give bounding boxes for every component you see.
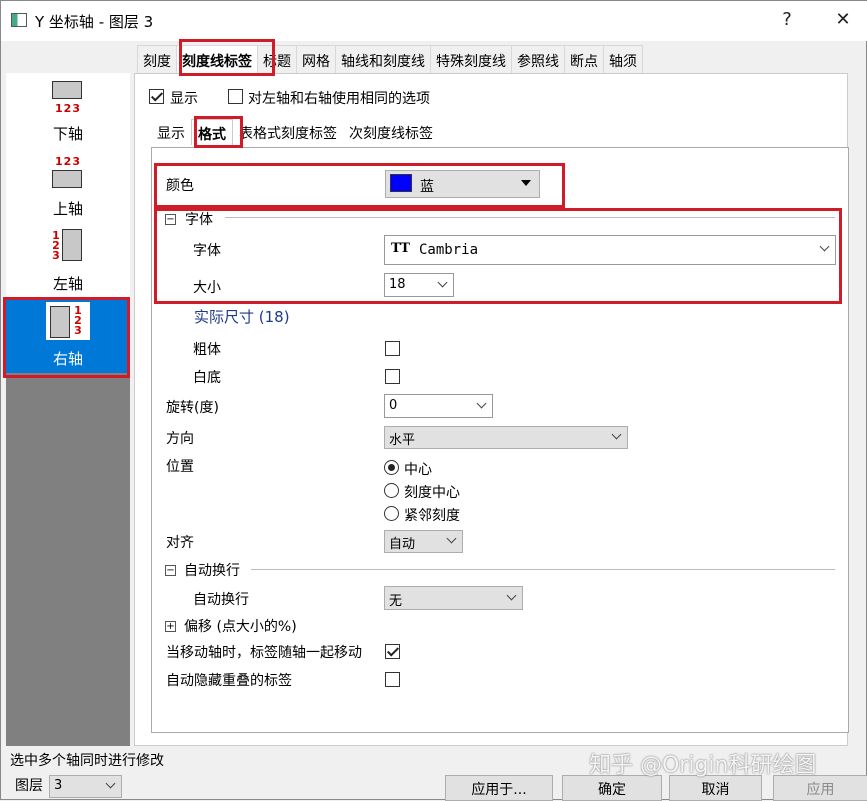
position-next-to-tick-label: 紧邻刻度 bbox=[404, 508, 460, 524]
chevron-down-icon bbox=[506, 590, 517, 601]
help-button[interactable]: ? bbox=[772, 9, 802, 30]
same-lr-checkbox[interactable] bbox=[228, 89, 243, 104]
tab-breaks[interactable]: 断点 bbox=[564, 45, 604, 73]
white-bg-checkbox[interactable] bbox=[385, 369, 400, 384]
position-tick-center-label: 刻度中心 bbox=[404, 485, 460, 501]
position-center-label: 中心 bbox=[404, 462, 432, 478]
font-value: Cambria bbox=[419, 242, 479, 258]
axis-label-left: 左轴 bbox=[52, 275, 83, 293]
size-dropdown[interactable]: 18 bbox=[384, 273, 454, 297]
size-label: 大小 bbox=[193, 280, 221, 296]
color-swatch bbox=[390, 174, 412, 192]
subtab-minor-labels[interactable]: 次刻度线标签 bbox=[343, 119, 439, 145]
rotation-value: 0 bbox=[389, 398, 398, 413]
layer-label: 图层 bbox=[15, 778, 43, 794]
size-value: 18 bbox=[389, 277, 406, 292]
chevron-down-icon bbox=[105, 778, 116, 789]
window-title: Y 坐标轴 - 图层 3 bbox=[35, 13, 154, 31]
position-label: 位置 bbox=[166, 459, 194, 475]
axis-label-top: 上轴 bbox=[52, 200, 83, 218]
auto-hide-label: 自动隐藏重叠的标签 bbox=[166, 673, 292, 689]
wrap-label: 自动换行 bbox=[193, 592, 249, 608]
color-dropdown[interactable]: 蓝 bbox=[385, 170, 540, 198]
offset-section-label: 偏移 (点大小的%) bbox=[184, 619, 297, 635]
position-tick-center-radio[interactable] bbox=[384, 483, 399, 498]
close-button[interactable]: ✕ bbox=[828, 9, 858, 30]
expand-offset-icon[interactable]: + bbox=[165, 621, 176, 632]
top-axis-icon bbox=[52, 170, 82, 188]
title-bar: Y 坐标轴 - 图层 3 ? ✕ bbox=[1, 1, 867, 41]
axis-item-bottom[interactable]: 123 下轴 bbox=[6, 73, 130, 147]
collapse-font-icon[interactable]: − bbox=[165, 214, 176, 225]
wrap-dropdown[interactable]: 无 bbox=[384, 586, 523, 610]
color-label: 颜色 bbox=[166, 178, 194, 194]
main-tabs: 刻度 刻度线标签 标题 网格 轴线和刻度线 特殊刻度线 参照线 断点 轴须 bbox=[137, 45, 643, 73]
tab-line-ticks[interactable]: 轴线和刻度线 bbox=[335, 45, 431, 73]
left-axis-numbers: 1 2 3 bbox=[52, 229, 60, 262]
direction-label: 方向 bbox=[166, 431, 194, 447]
sub-tabs: 显示 格式 表格式刻度标签 次刻度线标签 bbox=[151, 119, 439, 145]
align-value: 自动 bbox=[389, 537, 416, 552]
tab-rug[interactable]: 轴须 bbox=[603, 45, 643, 73]
actual-size-text: 实际尺寸 (18) bbox=[194, 308, 290, 326]
bottom-axis-icon bbox=[52, 81, 82, 99]
font-section-label: 字体 bbox=[185, 212, 213, 228]
font-label: 字体 bbox=[193, 243, 221, 259]
chevron-down-icon bbox=[446, 533, 457, 544]
white-bg-label: 白底 bbox=[193, 370, 221, 386]
chevron-down-icon bbox=[476, 398, 487, 409]
axis-label-right: 右轴 bbox=[52, 350, 83, 368]
chevron-down-icon bbox=[521, 180, 531, 186]
app-icon bbox=[11, 13, 27, 27]
layer-dropdown[interactable]: 3 bbox=[49, 775, 122, 798]
auto-hide-checkbox[interactable] bbox=[385, 672, 400, 687]
dialog-window: Y 坐标轴 - 图层 3 ? ✕ 123 下轴 123 上轴 1 2 3 左轴 … bbox=[0, 0, 867, 801]
font-dropdown[interactable]: TT Cambria bbox=[384, 235, 836, 265]
wrap-section-label: 自动换行 bbox=[184, 563, 240, 579]
axis-label-bottom: 下轴 bbox=[52, 125, 83, 143]
move-with-axis-checkbox[interactable] bbox=[385, 644, 400, 659]
layer-value: 3 bbox=[54, 778, 63, 793]
chevron-down-icon bbox=[819, 241, 830, 252]
bold-label: 粗体 bbox=[193, 342, 221, 358]
tab-special-ticks[interactable]: 特殊刻度线 bbox=[430, 45, 512, 73]
tab-tick-labels[interactable]: 刻度线标签 bbox=[176, 45, 258, 73]
status-text: 选中多个轴同时进行修改 bbox=[10, 753, 164, 769]
tab-grid[interactable]: 网格 bbox=[296, 45, 336, 73]
axis-item-left[interactable]: 1 2 3 左轴 bbox=[6, 223, 130, 297]
position-next-to-tick-radio[interactable] bbox=[384, 506, 399, 521]
left-axis-icon bbox=[62, 229, 82, 261]
apply-to-button[interactable]: 应用于... bbox=[445, 775, 553, 801]
axis-item-top[interactable]: 123 上轴 bbox=[6, 148, 130, 222]
rotation-dropdown[interactable]: 0 bbox=[384, 394, 493, 418]
direction-value: 水平 bbox=[389, 433, 416, 448]
axis-list: 123 下轴 123 上轴 1 2 3 左轴 1 2 3 右轴 bbox=[6, 73, 130, 746]
watermark: 知乎 @Origin科研绘图 bbox=[589, 753, 817, 778]
collapse-wrap-icon[interactable]: − bbox=[165, 565, 176, 576]
same-lr-label: 对左轴和右轴使用相同的选项 bbox=[248, 91, 430, 107]
position-center-radio[interactable] bbox=[384, 460, 399, 475]
rotation-label: 旋转(度) bbox=[166, 400, 219, 416]
subtab-display[interactable]: 显示 bbox=[151, 119, 191, 145]
bold-checkbox[interactable] bbox=[385, 341, 400, 356]
tab-scale[interactable]: 刻度 bbox=[137, 45, 177, 73]
tab-title[interactable]: 标题 bbox=[257, 45, 297, 73]
right-axis-numbers: 1 2 3 bbox=[74, 304, 82, 337]
direction-dropdown[interactable]: 水平 bbox=[384, 426, 628, 449]
align-dropdown[interactable]: 自动 bbox=[384, 530, 463, 553]
chevron-down-icon bbox=[611, 429, 622, 440]
truetype-icon: TT bbox=[391, 241, 410, 256]
wrap-value: 无 bbox=[389, 594, 403, 609]
show-label: 显示 bbox=[170, 91, 198, 107]
show-checkbox[interactable] bbox=[149, 89, 164, 104]
align-label: 对齐 bbox=[166, 535, 194, 551]
tab-reference-lines[interactable]: 参照线 bbox=[511, 45, 565, 73]
subtab-table-labels[interactable]: 表格式刻度标签 bbox=[233, 119, 343, 145]
move-with-axis-label: 当移动轴时，标签随轴一起移动 bbox=[166, 645, 362, 661]
chevron-down-icon bbox=[437, 277, 448, 288]
color-value: 蓝 bbox=[420, 179, 434, 195]
subtab-format[interactable]: 格式 bbox=[191, 119, 233, 145]
right-axis-icon bbox=[50, 306, 70, 338]
axis-item-right[interactable]: 1 2 3 右轴 bbox=[6, 298, 130, 373]
